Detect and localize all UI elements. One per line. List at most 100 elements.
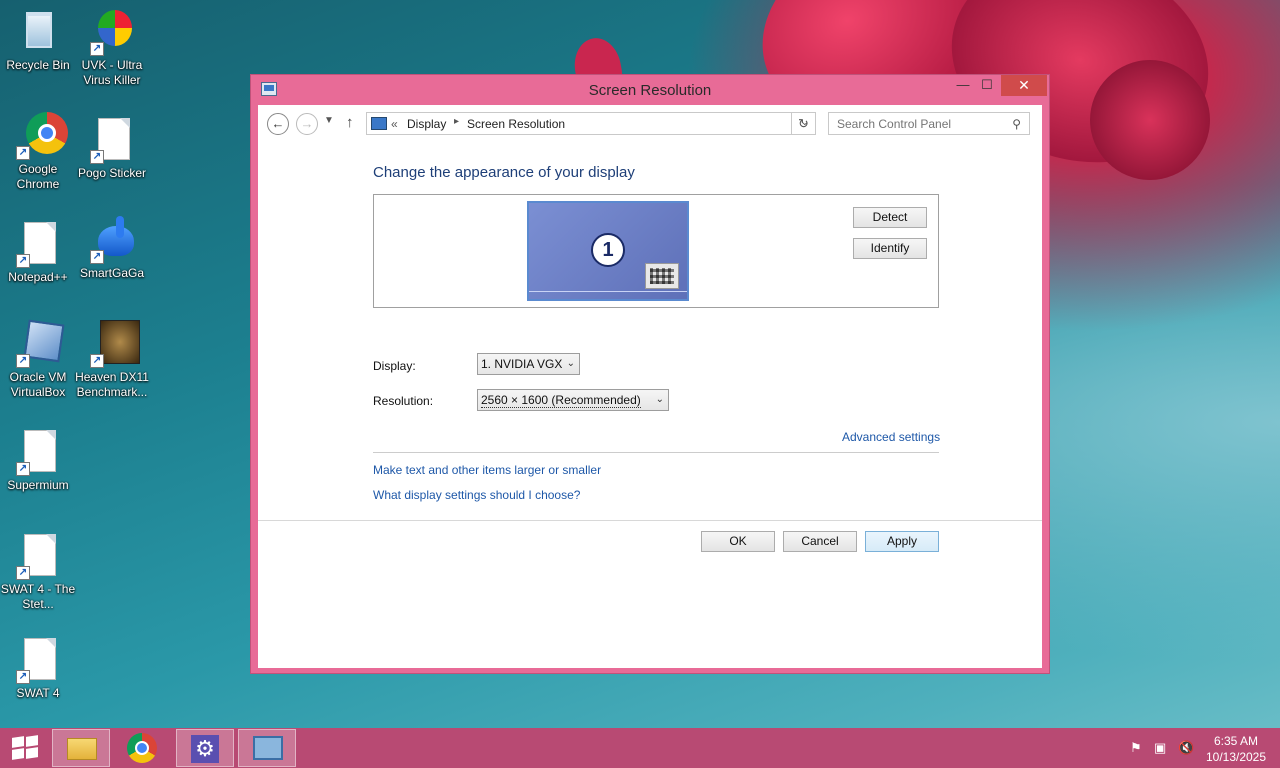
ok-button[interactable]: OK bbox=[701, 531, 775, 552]
start-screen-tiles-icon bbox=[645, 263, 679, 289]
search-icon[interactable]: ⚲ bbox=[1012, 117, 1021, 131]
refresh-button[interactable]: ↻ bbox=[791, 112, 816, 135]
chrome-icon: ↗ bbox=[14, 112, 68, 160]
up-button[interactable]: ↑ bbox=[346, 114, 354, 131]
shortcut-arrow-icon: ↗ bbox=[90, 354, 104, 368]
uvk-icon: ↗ bbox=[88, 8, 136, 56]
clock-time: 6:35 AM bbox=[1213, 734, 1259, 748]
desktop-icon-recycle-bin[interactable]: Recycle Bin bbox=[0, 8, 76, 73]
shortcut-arrow-icon: ↗ bbox=[16, 566, 30, 580]
cancel-button[interactable]: Cancel bbox=[783, 531, 857, 552]
resolution-select-value: 2560 × 1600 (Recommended) bbox=[481, 393, 641, 408]
taskbar-file-explorer[interactable] bbox=[52, 729, 110, 767]
advanced-settings-link[interactable]: Advanced settings bbox=[842, 430, 940, 444]
taskbar-screen-resolution[interactable] bbox=[238, 729, 296, 767]
desktop-icon-label: SWAT 4 bbox=[16, 686, 60, 700]
footer-divider bbox=[258, 520, 1042, 521]
folder-icon bbox=[67, 738, 97, 760]
page-heading: Change the appearance of your display bbox=[373, 164, 635, 181]
window-title: Screen Resolution bbox=[588, 82, 712, 99]
shortcut-arrow-icon: ↗ bbox=[90, 150, 104, 164]
resolution-label: Resolution: bbox=[373, 394, 434, 408]
windows-logo-pane bbox=[12, 748, 24, 760]
chevron-down-icon: ⌄ bbox=[655, 394, 664, 405]
document-icon: ↗ bbox=[14, 428, 62, 476]
shortcut-arrow-icon: ↗ bbox=[16, 462, 30, 476]
desktop-icon-label: Recycle Bin bbox=[6, 58, 70, 72]
display-label: Display: bbox=[373, 359, 416, 373]
action-center-flag-icon[interactable]: ⚑ bbox=[1130, 740, 1142, 756]
windows-logo-icon bbox=[12, 736, 24, 748]
maximize-button[interactable]: ☐ bbox=[973, 75, 1001, 96]
divider bbox=[373, 452, 939, 453]
text-size-link[interactable]: Make text and other items larger or smal… bbox=[373, 463, 601, 477]
windows-logo-pane bbox=[26, 747, 38, 759]
desktop-icon-label: SmartGaGa bbox=[79, 266, 145, 280]
recycle-bin-icon bbox=[14, 8, 62, 56]
volume-muted-icon[interactable]: 🔇 bbox=[1178, 740, 1194, 756]
shortcut-arrow-icon: ↗ bbox=[16, 254, 30, 268]
document-icon: ↗ bbox=[14, 636, 62, 684]
desktop-icon-supermium[interactable]: ↗ Supermium bbox=[0, 428, 76, 493]
desktop-icon-label: Oracle VM VirtualBox bbox=[9, 370, 67, 399]
document-icon: ↗ bbox=[14, 220, 62, 268]
forward-button[interactable]: → bbox=[296, 113, 318, 135]
network-icon[interactable]: ▣ bbox=[1154, 740, 1166, 756]
smartgaga-swan-icon: ↗ bbox=[88, 216, 136, 264]
shortcut-arrow-icon: ↗ bbox=[16, 670, 30, 684]
resolution-select[interactable]: 2560 × 1600 (Recommended) ⌄ bbox=[477, 389, 669, 411]
recent-locations-dropdown[interactable]: ▼ bbox=[324, 115, 334, 126]
apply-button[interactable]: Apply bbox=[865, 531, 939, 552]
desktop-icon-label: Heaven DX11 Benchmark... bbox=[75, 370, 149, 399]
breadcrumb-display[interactable]: Display bbox=[407, 117, 446, 131]
desktop-icon-heaven-benchmark[interactable]: ↗ Heaven DX11 Benchmark... bbox=[74, 320, 150, 400]
control-panel-display-icon bbox=[371, 117, 387, 130]
system-clock[interactable]: 6:35 AM 10/13/2025 bbox=[1200, 733, 1272, 765]
windows-logo-pane bbox=[26, 735, 38, 747]
breadcrumb-overflow[interactable]: « bbox=[391, 117, 398, 131]
chevron-down-icon: ⌄ bbox=[566, 358, 575, 369]
virtualbox-icon: ↗ bbox=[14, 319, 65, 368]
desktop-icon-label: Supermium bbox=[7, 478, 69, 492]
document-icon: ↗ bbox=[14, 532, 62, 580]
desktop-icon-notepad-plus-plus[interactable]: ↗ Notepad++ bbox=[0, 220, 76, 285]
desktop-icon-swat4[interactable]: ↗ SWAT 4 bbox=[0, 636, 76, 701]
desktop-icon-pogo-sticker[interactable]: ↗ Pogo Sticker bbox=[74, 116, 150, 181]
desktop-icon-virtualbox[interactable]: ↗ Oracle VM VirtualBox bbox=[0, 319, 76, 400]
start-button[interactable] bbox=[8, 735, 40, 760]
identify-button[interactable]: Identify bbox=[853, 238, 927, 259]
back-button[interactable]: ← bbox=[267, 113, 289, 135]
desktop-icon-label: Google Chrome bbox=[16, 162, 60, 191]
detect-button[interactable]: Detect bbox=[853, 207, 927, 228]
shortcut-arrow-icon: ↗ bbox=[90, 42, 104, 56]
shortcut-arrow-icon: ↗ bbox=[16, 354, 30, 368]
heaven-benchmark-icon: ↗ bbox=[88, 320, 140, 368]
document-icon: ↗ bbox=[88, 116, 136, 164]
desktop-icon-smartgaga[interactable]: ↗ SmartGaGa bbox=[74, 216, 150, 281]
shortcut-arrow-icon: ↗ bbox=[90, 250, 104, 264]
monitor-1-thumbnail[interactable]: 1 bbox=[527, 201, 689, 301]
close-button[interactable]: ✕ bbox=[1001, 75, 1047, 96]
taskbar-chrome[interactable] bbox=[114, 729, 172, 767]
desktop-icon-label: Notepad++ bbox=[8, 270, 68, 284]
search-box[interactable]: ⚲ bbox=[828, 112, 1030, 135]
desktop-icon-google-chrome[interactable]: ↗ Google Chrome bbox=[0, 112, 76, 192]
display-settings-icon bbox=[253, 736, 283, 760]
display-select[interactable]: 1. NVIDIA VGX ⌄ bbox=[477, 353, 580, 375]
display-settings-help-link[interactable]: What display settings should I choose? bbox=[373, 488, 580, 502]
taskbar: ⚙ ⚑ ▣ 🔇 6:35 AM 10/13/2025 bbox=[0, 728, 1280, 768]
desktop-icon-uvk[interactable]: ↗ UVK - Ultra Virus Killer bbox=[74, 8, 150, 88]
taskbar-settings[interactable]: ⚙ bbox=[176, 729, 234, 767]
breadcrumb-screen-resolution[interactable]: Screen Resolution bbox=[467, 117, 565, 131]
breadcrumb-separator-icon[interactable]: ▸ bbox=[454, 116, 459, 127]
address-bar[interactable]: « Display ▸ Screen Resolution ⌄ bbox=[366, 112, 816, 135]
gear-icon: ⚙ bbox=[191, 735, 219, 763]
window-titlebar[interactable]: Screen Resolution — ☐ ✕ bbox=[251, 75, 1049, 105]
display-select-value: 1. NVIDIA VGX bbox=[481, 357, 563, 371]
search-input[interactable] bbox=[829, 113, 999, 134]
chrome-icon bbox=[127, 733, 157, 763]
desktop-icon-swat4-stetchkov[interactable]: ↗ SWAT 4 - The Stet... bbox=[0, 532, 76, 612]
desktop-icon-label: SWAT 4 - The Stet... bbox=[0, 582, 76, 611]
monitor-arrangement-panel: 1 Detect Identify bbox=[373, 194, 939, 308]
clock-date: 10/13/2025 bbox=[1205, 750, 1267, 764]
